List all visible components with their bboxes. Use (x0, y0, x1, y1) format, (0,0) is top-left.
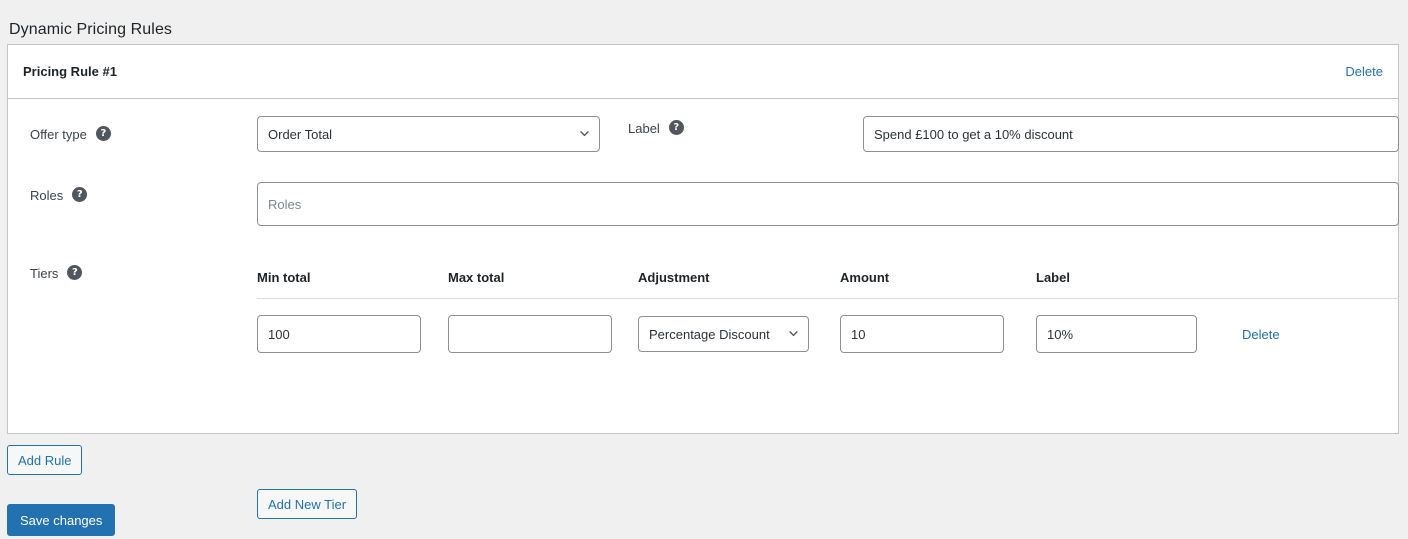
help-icon[interactable]: ? (668, 120, 684, 135)
save-changes-button[interactable]: Save changes (7, 504, 116, 536)
label-field-label-group: Label ? (628, 120, 684, 136)
offer-type-label: Offer type (30, 127, 87, 142)
tier-amount-input[interactable] (840, 315, 1004, 353)
column-header-adjustment: Adjustment (638, 270, 840, 299)
help-icon[interactable]: ? (67, 265, 83, 280)
cell-min-total (257, 299, 448, 353)
rule-title: Pricing Rule #1 (23, 64, 117, 79)
pricing-rule-card: Pricing Rule #1 Delete Offer type ? Orde… (7, 44, 1399, 519)
add-rule-button[interactable]: Add Rule (7, 445, 83, 475)
tiers-table-body: Percentage Discount (257, 299, 1399, 354)
column-header-label: Label (1036, 270, 1221, 299)
tier-label-input[interactable] (1036, 315, 1197, 353)
help-icon[interactable]: ? (95, 126, 111, 141)
roles-select-field[interactable]: Roles (257, 182, 1399, 226)
column-header-min-total: Min total (257, 270, 448, 299)
rule-card-header: Pricing Rule #1 Delete (8, 45, 1398, 99)
table-row: Percentage Discount (257, 299, 1399, 354)
cell-adjustment: Percentage Discount (638, 299, 840, 354)
column-header-max-total: Max total (448, 270, 638, 299)
cell-label (1036, 299, 1221, 353)
tier-min-total-input[interactable] (257, 315, 421, 353)
roles-label: Roles (30, 188, 64, 203)
cell-max-total (448, 299, 638, 353)
tier-adjustment-select[interactable]: Percentage Discount (638, 316, 809, 352)
offer-type-select-wrap: Order Total (257, 116, 600, 152)
help-icon[interactable]: ? (72, 187, 88, 202)
delete-rule-link[interactable]: Delete (1345, 64, 1383, 79)
roles-label-group: Roles ? (30, 187, 88, 203)
tiers-label: Tiers (30, 266, 59, 281)
offer-type-select[interactable]: Order Total (257, 116, 600, 152)
tiers-table: Min total Max total Adjustment Amount La… (257, 270, 1399, 353)
offer-type-label-group: Offer type ? (30, 126, 111, 142)
column-header-amount: Amount (840, 270, 1036, 299)
tier-adjustment-select-wrap: Percentage Discount (638, 316, 809, 352)
delete-tier-link[interactable]: Delete (1242, 327, 1280, 342)
roles-placeholder: Roles (268, 196, 302, 212)
page-title: Dynamic Pricing Rules (9, 20, 173, 38)
tier-max-total-input[interactable] (448, 315, 612, 353)
tiers-label-group: Tiers ? (30, 265, 83, 281)
rule-card-body: Offer type ? Order Total Label ? Roles (8, 99, 1399, 519)
cell-amount (840, 299, 1036, 353)
tiers-header-row: Min total Max total Adjustment Amount La… (257, 270, 1399, 299)
add-new-tier-button[interactable]: Add New Tier (257, 489, 358, 519)
column-header-actions (1221, 270, 1399, 299)
offer-label-input[interactable] (863, 116, 1399, 152)
cell-actions: Delete (1221, 299, 1399, 354)
tiers-table-head: Min total Max total Adjustment Amount La… (257, 270, 1399, 299)
label-field-label: Label (628, 121, 660, 136)
